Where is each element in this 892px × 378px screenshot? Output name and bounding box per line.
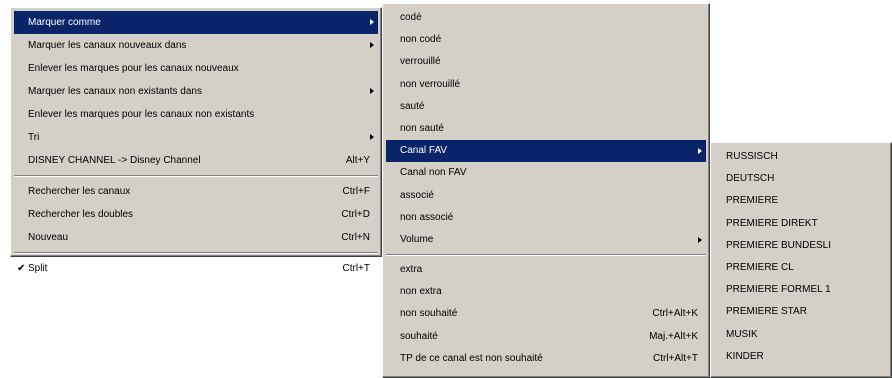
- menu-item-label: Tri: [28, 132, 40, 143]
- menu-item-split[interactable]: ✔ Split Ctrl+T: [14, 257, 378, 280]
- menu-item-disney-channel[interactable]: DISNEY CHANNEL -> Disney Channel Alt+Y: [14, 149, 378, 172]
- menu-item-marquer-comme[interactable]: Marquer comme: [14, 11, 378, 34]
- menu-item-label: non souhaité: [400, 308, 458, 320]
- menu-item-shortcut: Maj.+Alt+K: [649, 330, 698, 342]
- menu-item-rechercher-doubles[interactable]: Rechercher les doubles Ctrl+D: [14, 203, 378, 226]
- menu-item-label: extra: [400, 264, 423, 276]
- fav-list-deutsch[interactable]: DEUTSCH: [714, 168, 888, 190]
- menu-item-tp-non-souhaite[interactable]: TP de ce canal est non souhaité Ctrl+Alt…: [386, 348, 706, 370]
- menu-item-code[interactable]: codé: [386, 7, 706, 29]
- submenu-arrow-icon: [698, 236, 702, 243]
- menu-item-label: KINDER: [726, 350, 764, 362]
- menu-item-label: PREMIERE STAR: [726, 306, 807, 318]
- menu-item-label: TP de ce canal est non souhaité: [400, 352, 543, 364]
- menu-item-shortcut: Ctrl+D: [341, 209, 370, 220]
- submenu-arrow-icon: [698, 148, 702, 155]
- menu-item-label: Enlever les marques pour les canaux nouv…: [28, 63, 239, 74]
- menu-item-non-associe[interactable]: non associé: [386, 207, 706, 229]
- menu-item-verrouille[interactable]: verrouillé: [386, 51, 706, 73]
- menu-item-shortcut: Ctrl+F: [342, 186, 371, 197]
- fav-list-premiere-cl[interactable]: PREMIERE CL: [714, 257, 888, 279]
- menu-item-label: PREMIERE FORMEL 1: [726, 284, 831, 296]
- menu-item-souhaite[interactable]: souhaité Maj.+Alt+K: [386, 326, 706, 348]
- menu-item-label: Canal FAV: [400, 145, 448, 157]
- menu-item-label: codé: [400, 12, 422, 23]
- menu-item-extra[interactable]: extra: [386, 259, 706, 281]
- submenu-arrow-icon: [370, 42, 374, 48]
- menu-item-shortcut: Alt+Y: [345, 155, 370, 166]
- menu-item-non-code[interactable]: non codé: [386, 29, 706, 51]
- submenu-arrow-icon: [370, 134, 374, 140]
- menu-item-volume[interactable]: Volume: [386, 229, 706, 251]
- menu-item-rechercher-canaux[interactable]: Rechercher les canaux Ctrl+F: [14, 180, 378, 203]
- menu-item-associe[interactable]: associé: [386, 185, 706, 207]
- menu-item-label: RUSSISCH: [726, 151, 778, 162]
- menu-item-label: PREMIERE BUNDESLI: [726, 239, 832, 251]
- menu-item-label: associé: [400, 189, 434, 201]
- menu-item-shortcut: Ctrl+T: [342, 263, 371, 274]
- menu-item-enlever-nouveaux[interactable]: Enlever les marques pour les canaux nouv…: [14, 57, 378, 80]
- menu-item-label: DISNEY CHANNEL -> Disney Channel: [28, 155, 201, 166]
- menu-item-marquer-non-existants[interactable]: Marquer les canaux non existants dans: [14, 80, 378, 103]
- menu-item-label: Nouveau: [28, 232, 69, 243]
- fav-list-premiere-formel-1[interactable]: PREMIERE FORMEL 1: [714, 279, 888, 301]
- menu-item-label: MUSIK: [726, 328, 758, 340]
- menu-separator: [14, 249, 378, 257]
- menu-item-label: non extra: [400, 286, 442, 298]
- menu-item-label: verrouillé: [400, 56, 441, 68]
- menu-item-shortcut: Ctrl+N: [341, 232, 370, 243]
- menu-item-non-souhaite[interactable]: non souhaité Ctrl+Alt+K: [386, 303, 706, 325]
- menu-item-label: Marquer comme: [28, 17, 101, 28]
- menu-item-label: PREMIERE DIREKT: [726, 217, 818, 229]
- menu-item-label: Rechercher les doubles: [28, 209, 134, 220]
- menu-item-label: sauté: [400, 100, 425, 112]
- menu-item-label: Rechercher les canaux: [28, 186, 131, 197]
- menu-item-shortcut: Ctrl+Alt+T: [652, 352, 698, 364]
- menu-item-non-verrouille[interactable]: non verrouillé: [386, 74, 706, 96]
- menu-item-label: PREMIERE CL: [726, 261, 794, 273]
- menu-item-label: non verrouillé: [400, 78, 461, 90]
- menu-item-canal-fav[interactable]: Canal FAV: [386, 140, 706, 163]
- fav-list-kinder[interactable]: KINDER: [714, 346, 888, 368]
- menu-item-label: Volume: [400, 233, 434, 245]
- menu-item-label: Enlever les marques pour les canaux non …: [28, 109, 255, 120]
- menu-item-tri[interactable]: Tri: [14, 126, 378, 149]
- check-icon: ✔: [17, 263, 26, 274]
- menu-item-label: Canal non FAV: [400, 167, 467, 179]
- fav-list-russisch[interactable]: RUSSISCH: [714, 146, 888, 168]
- fav-list-premiere-bundesli[interactable]: PREMIERE BUNDESLI: [714, 235, 888, 257]
- submenu-arrow-icon: [370, 19, 374, 25]
- menu-item-marquer-nouveaux[interactable]: Marquer les canaux nouveaux dans: [14, 34, 378, 57]
- submenu-arrow-icon: [370, 88, 374, 94]
- menu-separator: [14, 172, 378, 180]
- menu-item-non-extra[interactable]: non extra: [386, 281, 706, 303]
- menu-item-enlever-non-existants[interactable]: Enlever les marques pour les canaux non …: [14, 103, 378, 126]
- menu-item-shortcut: Ctrl+Alt+K: [652, 308, 698, 320]
- menu-item-label: non associé: [400, 211, 454, 223]
- marquer-comme-submenu: codé non codé verrouillé non verrouillé …: [382, 3, 710, 378]
- menu-item-label: Marquer les canaux non existants dans: [28, 86, 202, 97]
- fav-list-premiere[interactable]: PREMIERE: [714, 190, 888, 212]
- menu-item-label: non sauté: [400, 122, 444, 134]
- menu-item-label: DEUTSCH: [726, 173, 775, 185]
- menu-item-nouveau[interactable]: Nouveau Ctrl+N: [14, 226, 378, 249]
- menu-item-label: Marquer les canaux nouveaux dans: [28, 40, 187, 51]
- menu-item-non-saute[interactable]: non sauté: [386, 118, 706, 140]
- canal-fav-submenu: RUSSISCH DEUTSCH PREMIERE PREMIERE DIREK…: [710, 142, 892, 378]
- menu-item-label: souhaité: [400, 330, 438, 342]
- menu-item-label: Split: [28, 263, 48, 274]
- menu-item-label: non codé: [400, 34, 442, 46]
- fav-list-premiere-direkt[interactable]: PREMIERE DIREKT: [714, 213, 888, 235]
- menu-item-saute[interactable]: sauté: [386, 96, 706, 118]
- context-menu: Marquer comme Marquer les canaux nouveau…: [10, 7, 382, 274]
- menu-separator: [386, 251, 706, 259]
- menu-item-label: PREMIERE: [726, 195, 779, 207]
- menu-item-canal-non-fav[interactable]: Canal non FAV: [386, 162, 706, 184]
- fav-list-premiere-star[interactable]: PREMIERE STAR: [714, 301, 888, 323]
- fav-list-musik[interactable]: MUSIK: [714, 324, 888, 346]
